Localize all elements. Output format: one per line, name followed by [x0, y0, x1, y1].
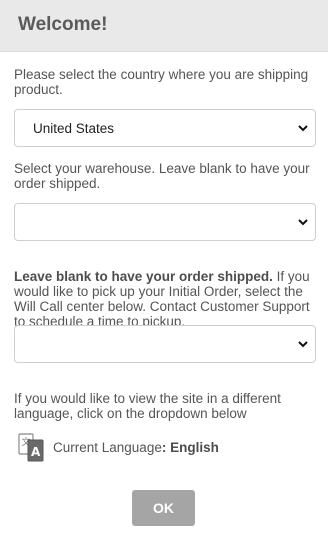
current-language-value: English	[170, 440, 219, 455]
chevron-down-icon	[298, 219, 308, 226]
svg-text:A: A	[31, 445, 41, 459]
country-selected-value: United States	[33, 121, 115, 136]
country-prompt: Please select the country where you are …	[14, 67, 309, 97]
current-language-caption: Current Language	[53, 440, 162, 455]
chevron-down-icon	[298, 341, 308, 348]
language-selector[interactable]: 文 A Current Language: English	[16, 432, 316, 462]
current-language-separator: :	[161, 440, 167, 455]
dialog-title: Welcome!	[18, 14, 108, 35]
chevron-down-icon	[298, 125, 308, 132]
dialog-header: Welcome!	[0, 0, 328, 52]
country-select[interactable]: United States	[14, 109, 316, 147]
translate-icon: 文 A	[18, 433, 44, 462]
current-language-label: Current Language: English	[53, 440, 219, 455]
warehouse-prompt: Select your warehouse. Leave blank to ha…	[14, 161, 310, 191]
will-call-prompt: Leave blank to have your order shipped. …	[14, 269, 316, 329]
will-call-prompt-bold: Leave blank to have your order shipped.	[14, 269, 273, 284]
warehouse-select[interactable]	[14, 203, 316, 241]
language-prompt: If you would like to view the site in a …	[14, 391, 281, 421]
ok-button[interactable]: OK	[132, 490, 195, 526]
will-call-select[interactable]	[14, 325, 316, 363]
